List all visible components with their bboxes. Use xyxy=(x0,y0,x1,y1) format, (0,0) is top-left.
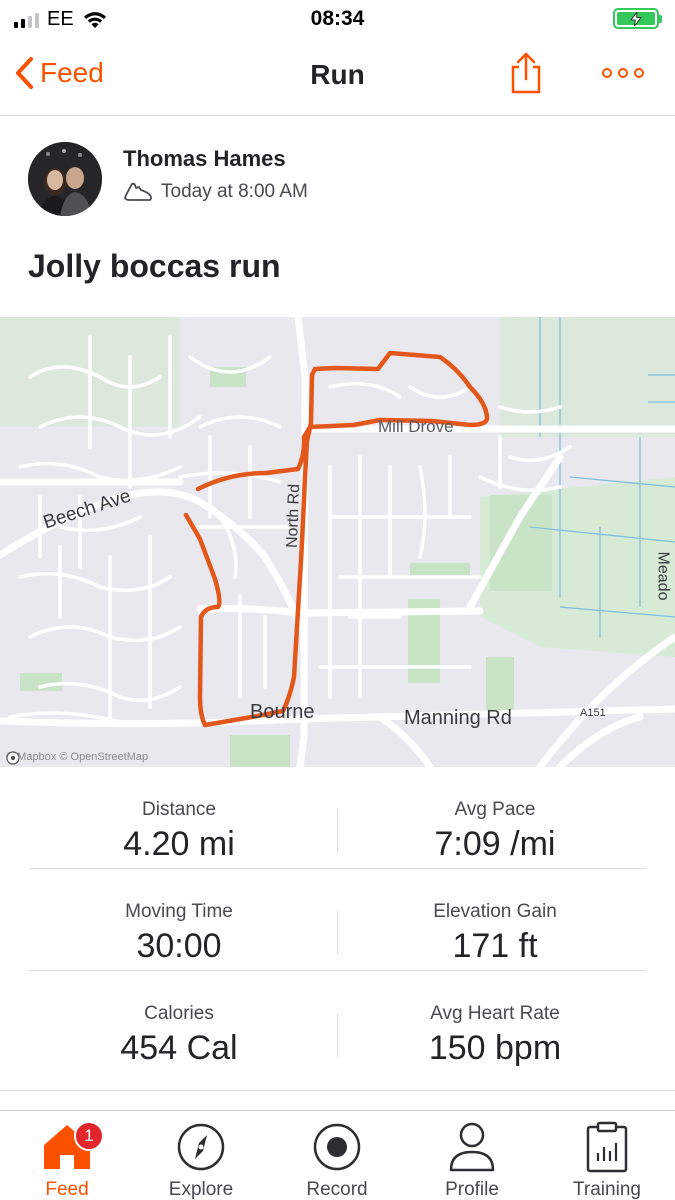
clock: 08:34 xyxy=(310,7,365,30)
tab-record[interactable]: Record xyxy=(282,1119,392,1200)
stat-calories: Calories 454 Cal xyxy=(29,1003,329,1068)
activity-meta: Today at 8:00 AM xyxy=(123,181,308,203)
share-icon xyxy=(511,52,541,94)
stat-label: Avg Pace xyxy=(454,799,536,820)
map-label-meadow: Meado xyxy=(654,551,672,601)
stat-label: Moving Time xyxy=(125,901,233,922)
tab-label: Explore xyxy=(168,1179,234,1200)
stat-value: 30:00 xyxy=(136,927,222,965)
tab-label: Training xyxy=(573,1179,641,1200)
tab-bar: 1 Feed Explore Record Profile Training xyxy=(0,1110,675,1200)
stat-avg-heart-rate: Avg Heart Rate 150 bpm xyxy=(345,1003,645,1068)
map-label-a151: A151 xyxy=(580,707,606,719)
map-label-bourne: Bourne xyxy=(250,701,315,723)
stat-elevation-gain: Elevation Gain 171 ft xyxy=(345,901,645,966)
page-title: Run xyxy=(310,59,365,90)
route-map[interactable]: Beech Ave North Rd Mill Drove Bourne Man… xyxy=(0,317,675,767)
stats-row: Distance 4.20 mi Avg Pace 7:09 /mi xyxy=(29,767,646,869)
dot-icon xyxy=(618,68,628,78)
map-attribution[interactable]: © Mapbox © OpenStreetMap xyxy=(6,751,149,765)
person-icon xyxy=(449,1122,495,1172)
stat-value: 171 ft xyxy=(452,927,538,965)
avatar-photo xyxy=(28,142,102,216)
tab-label: Feed xyxy=(45,1179,89,1200)
dot-icon xyxy=(634,68,644,78)
map-label-mill-drove: Mill Drove xyxy=(378,417,454,436)
stat-distance: Distance 4.20 mi xyxy=(29,799,329,864)
notification-badge: 1 xyxy=(74,1121,104,1151)
section-divider xyxy=(0,1090,675,1091)
compass-icon xyxy=(177,1123,225,1171)
tab-explore[interactable]: Explore xyxy=(146,1119,256,1200)
dot-icon xyxy=(602,68,612,78)
activity-stats: Distance 4.20 mi Avg Pace 7:09 /mi Movin… xyxy=(0,767,675,1073)
battery-icon xyxy=(613,8,662,29)
map-attribution-text: © Mapbox © OpenStreetMap xyxy=(6,751,149,763)
stat-value: 454 Cal xyxy=(120,1029,238,1067)
stats-row: Moving Time 30:00 Elevation Gain 171 ft xyxy=(29,869,646,971)
stat-label: Calories xyxy=(144,1003,214,1024)
stats-row: Calories 454 Cal Avg Heart Rate 150 bpm xyxy=(29,971,646,1073)
stat-value: 7:09 /mi xyxy=(434,825,556,863)
stat-value: 150 bpm xyxy=(428,1029,562,1067)
charging-bolt-icon xyxy=(630,11,642,26)
stat-avg-pace: Avg Pace 7:09 /mi xyxy=(345,799,645,864)
stat-divider xyxy=(337,809,338,853)
tab-label: Profile xyxy=(445,1179,499,1200)
activity-timestamp: Today at 8:00 AM xyxy=(161,181,308,202)
status-bar: EE 08:34 xyxy=(0,0,675,38)
athlete-name[interactable]: Thomas Hames xyxy=(123,146,286,172)
tab-feed[interactable]: 1 Feed xyxy=(12,1119,122,1200)
stat-moving-time: Moving Time 30:00 xyxy=(29,901,329,966)
stat-label: Distance xyxy=(142,799,216,820)
stat-divider xyxy=(337,1013,338,1057)
stat-label: Avg Heart Rate xyxy=(430,1003,560,1024)
athlete-avatar[interactable] xyxy=(28,142,102,216)
clipboard-chart-icon xyxy=(586,1121,628,1173)
mapbox-logo-icon xyxy=(6,751,20,765)
share-button[interactable] xyxy=(508,52,544,94)
map-label-manning-rd: Manning Rd xyxy=(404,707,512,729)
more-options-button[interactable] xyxy=(602,64,646,82)
stat-value: 4.20 mi xyxy=(123,825,235,863)
tab-profile[interactable]: Profile xyxy=(417,1119,527,1200)
tab-training[interactable]: Training xyxy=(552,1119,662,1200)
stat-label: Elevation Gain xyxy=(433,901,557,922)
navigation-bar: Feed Run xyxy=(0,38,675,116)
tab-label: Record xyxy=(306,1179,368,1200)
record-icon xyxy=(313,1123,361,1171)
map-label-north-rd: North Rd xyxy=(283,483,304,549)
shoe-icon xyxy=(124,182,152,201)
map-tiles xyxy=(0,317,675,767)
activity-title: Jolly boccas run xyxy=(28,248,281,284)
stat-divider xyxy=(337,911,338,955)
